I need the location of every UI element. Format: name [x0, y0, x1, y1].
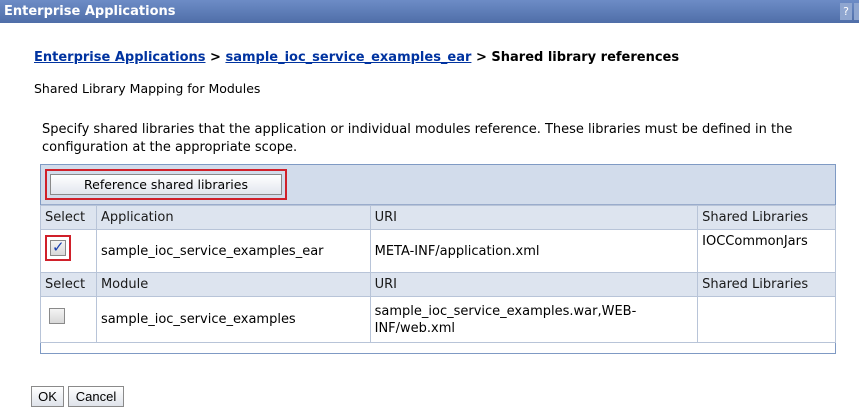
- window-title: Enterprise Applications: [4, 4, 176, 19]
- application-shared-libraries: IOCCommonJars: [697, 229, 836, 273]
- column-header-uri: URI: [369, 205, 699, 230]
- application-checkbox[interactable]: ✓: [50, 238, 66, 256]
- page-description: Specify shared libraries that the applic…: [42, 122, 793, 155]
- reference-shared-libraries-button[interactable]: Reference shared libraries: [50, 174, 282, 195]
- breadcrumb: Enterprise Applications > sample_ioc_ser…: [34, 50, 679, 65]
- help-icon[interactable]: ?: [840, 3, 852, 20]
- help-edge: [854, 3, 859, 20]
- table-row: ✓ sample_ioc_service_examples_ear META-I…: [40, 229, 836, 273]
- page-subtitle: Shared Library Mapping for Modules: [34, 81, 261, 96]
- module-name: sample_ioc_service_examples: [95, 296, 371, 343]
- application-uri: META-INF/application.xml: [369, 229, 699, 273]
- table-toolbar: Reference shared libraries: [41, 165, 835, 205]
- cancel-button[interactable]: Cancel: [68, 386, 124, 407]
- column-header-uri: URI: [369, 272, 699, 297]
- module-checkbox[interactable]: [49, 307, 65, 324]
- column-header-shared-libraries: Shared Libraries: [697, 205, 836, 230]
- module-shared-libraries: [697, 296, 836, 343]
- highlight-frame: Reference shared libraries: [45, 169, 287, 200]
- breadcrumb-link-application[interactable]: sample_ioc_service_examples_ear: [225, 50, 471, 65]
- column-header-shared-libraries: Shared Libraries: [697, 272, 836, 297]
- ok-button[interactable]: OK: [31, 386, 64, 407]
- window-title-bar: Enterprise Applications: [0, 0, 859, 23]
- column-header-select: Select: [40, 272, 97, 297]
- breadcrumb-separator: >: [471, 50, 492, 65]
- breadcrumb-separator: >: [205, 50, 226, 65]
- breadcrumb-current: Shared library references: [491, 50, 680, 65]
- column-header-application: Application: [95, 205, 371, 230]
- table-row: sample_ioc_service_examples sample_ioc_s…: [40, 296, 836, 343]
- application-name: sample_ioc_service_examples_ear: [95, 229, 371, 273]
- module-uri: sample_ioc_service_examples.war,WEB-INF/…: [369, 296, 699, 343]
- select-cell: [40, 296, 97, 343]
- column-header-module: Module: [95, 272, 371, 297]
- checkmark-icon: ✓: [52, 238, 65, 256]
- shared-library-panel: Reference shared libraries Select Applic…: [40, 164, 836, 354]
- breadcrumb-link-enterprise-applications[interactable]: Enterprise Applications: [34, 50, 206, 65]
- select-cell: ✓: [40, 229, 97, 273]
- column-header-select: Select: [40, 205, 97, 230]
- mapping-table: Select Application URI Shared Libraries …: [40, 205, 836, 343]
